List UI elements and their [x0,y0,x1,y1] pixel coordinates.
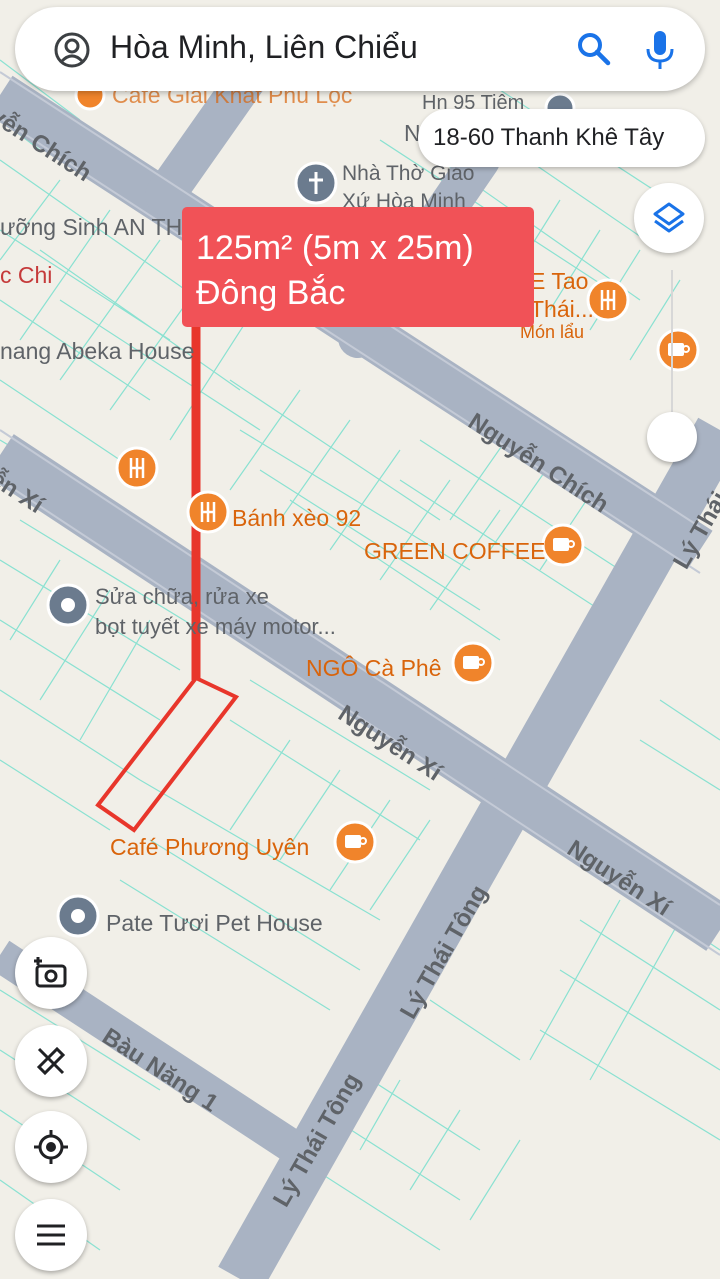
account-circle-icon[interactable] [53,31,91,69]
place-pin-icon[interactable] [56,894,100,938]
place-pin-icon[interactable] [46,583,90,627]
place-label[interactable]: GREEN COFFEE [364,538,545,565]
fork-knife-icon[interactable] [586,278,630,322]
search-query[interactable]: Hòa Minh, Liên Chiểu [110,29,418,66]
search-bar[interactable]: Hòa Minh, Liên Chiểu [15,7,705,91]
place-label[interactable]: Sửa chữa, rửa xe [95,584,269,610]
place-label[interactable]: Thái... [530,296,594,323]
mic-icon[interactable] [645,29,675,71]
place-label[interactable]: nang Abeka House [0,338,194,365]
place-label[interactable]: Pate Tươi Pet House [106,910,323,937]
coffee-cup-icon[interactable] [451,641,495,685]
coffee-cup-icon[interactable] [656,328,700,372]
place-label[interactable]: ưỡng Sinh AN TH [0,214,182,241]
layers-button[interactable] [634,183,704,253]
layers-icon [653,202,685,233]
place-label[interactable]: bọt tuyết xe máy motor... [95,614,336,640]
add-photo-button[interactable] [15,937,87,1009]
my-location-icon [34,1130,68,1164]
search-icon[interactable] [576,31,612,67]
parcel-area-label: 125m² (5m x 25m) [196,229,474,267]
menu-button[interactable] [15,1199,87,1271]
add-photo-icon [34,957,67,988]
address-chip[interactable]: 18-60 Thanh Khê Tây [418,109,705,167]
coffee-cup-icon[interactable] [333,820,377,864]
coffee-cup-icon[interactable] [541,523,585,567]
fork-knife-icon[interactable] [186,490,230,534]
my-location-button[interactable] [15,1111,87,1183]
zoom-track[interactable] [671,270,673,420]
place-label[interactable]: NGÔ Cà Phê [306,655,442,682]
place-label[interactable]: Café Phương Uyên [110,834,309,861]
church-icon[interactable] [294,161,338,205]
measure-button[interactable] [15,1025,87,1097]
parcel-direction-label: Đông Bắc [196,274,346,312]
fork-knife-icon[interactable] [115,446,159,490]
place-label[interactable]: c Chi [0,262,52,289]
menu-icon [37,1224,65,1246]
place-label[interactable]: Bánh xèo 92 [232,505,361,532]
measure-icon [36,1046,66,1076]
zoom-slider-handle[interactable] [647,412,697,462]
parcel-info-callout: 125m² (5m x 25m) Đông Bắc [182,207,534,327]
place-label[interactable]: E Tao [530,268,588,295]
address-chip-label: 18-60 Thanh Khê Tây [433,124,665,151]
